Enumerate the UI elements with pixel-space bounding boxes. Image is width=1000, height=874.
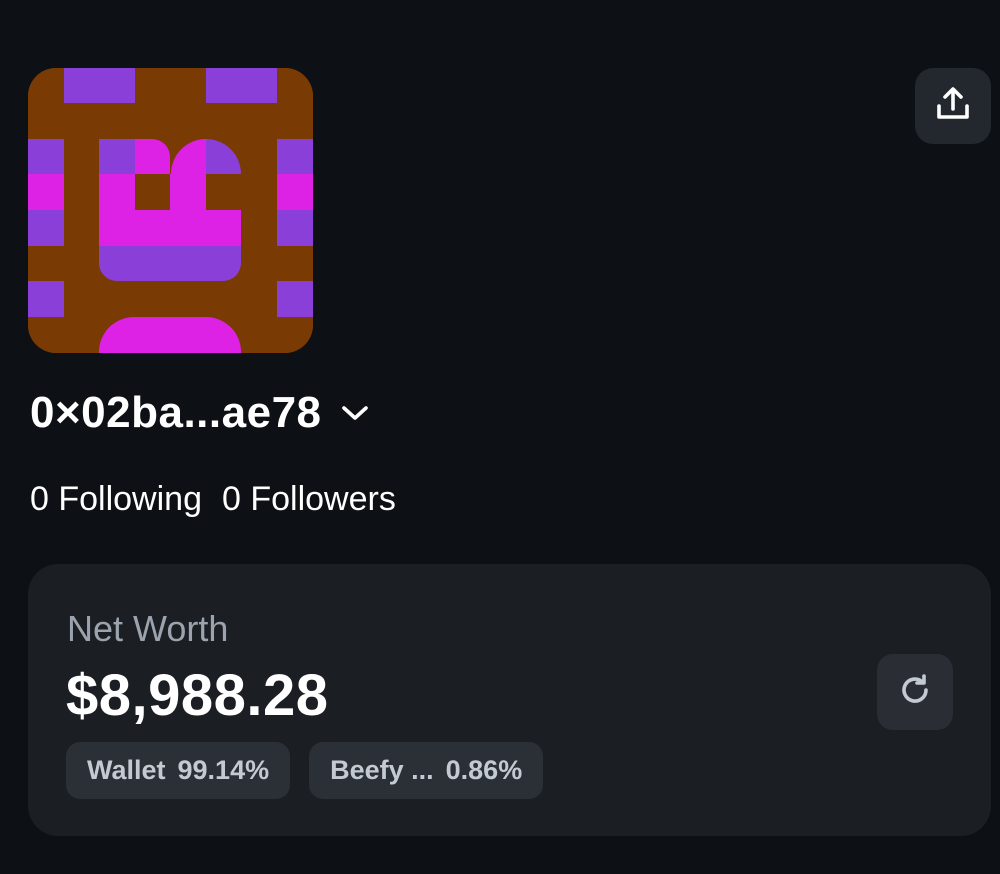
share-upload-icon — [933, 84, 973, 129]
chip-name: Beefy ... — [330, 755, 434, 785]
social-counts: 0 Following 0 Followers — [30, 480, 396, 519]
chevron-down-icon — [340, 403, 370, 423]
net-worth-label: Net Worth — [67, 608, 229, 649]
chip-name: Wallet — [87, 755, 166, 785]
refresh-button[interactable] — [877, 654, 953, 730]
breakdown-chip-beefy[interactable]: Beefy ... 0.86% — [309, 742, 544, 799]
profile-avatar — [28, 68, 313, 353]
net-worth-breakdown: Wallet 99.14% Beefy ... 0.86% — [66, 742, 544, 799]
wallet-address: 0×02ba...ae78 — [30, 388, 322, 437]
wallet-address-selector[interactable]: 0×02ba...ae78 — [30, 388, 370, 438]
refresh-icon — [897, 672, 933, 713]
following-count[interactable]: 0 Following — [30, 480, 202, 519]
followers-count[interactable]: 0 Followers — [222, 480, 396, 519]
net-worth-value: $8,988.28 — [66, 663, 329, 728]
breakdown-chip-wallet[interactable]: Wallet 99.14% — [66, 742, 291, 799]
chip-percent: 0.86% — [445, 755, 523, 785]
net-worth-card: Net Worth $8,988.28 Wallet 99.14% Beefy … — [28, 564, 991, 836]
share-button[interactable] — [915, 68, 991, 144]
profile-page: 0×02ba...ae78 0 Following 0 Followers Ne… — [0, 0, 1000, 874]
chip-percent: 99.14% — [177, 755, 270, 785]
